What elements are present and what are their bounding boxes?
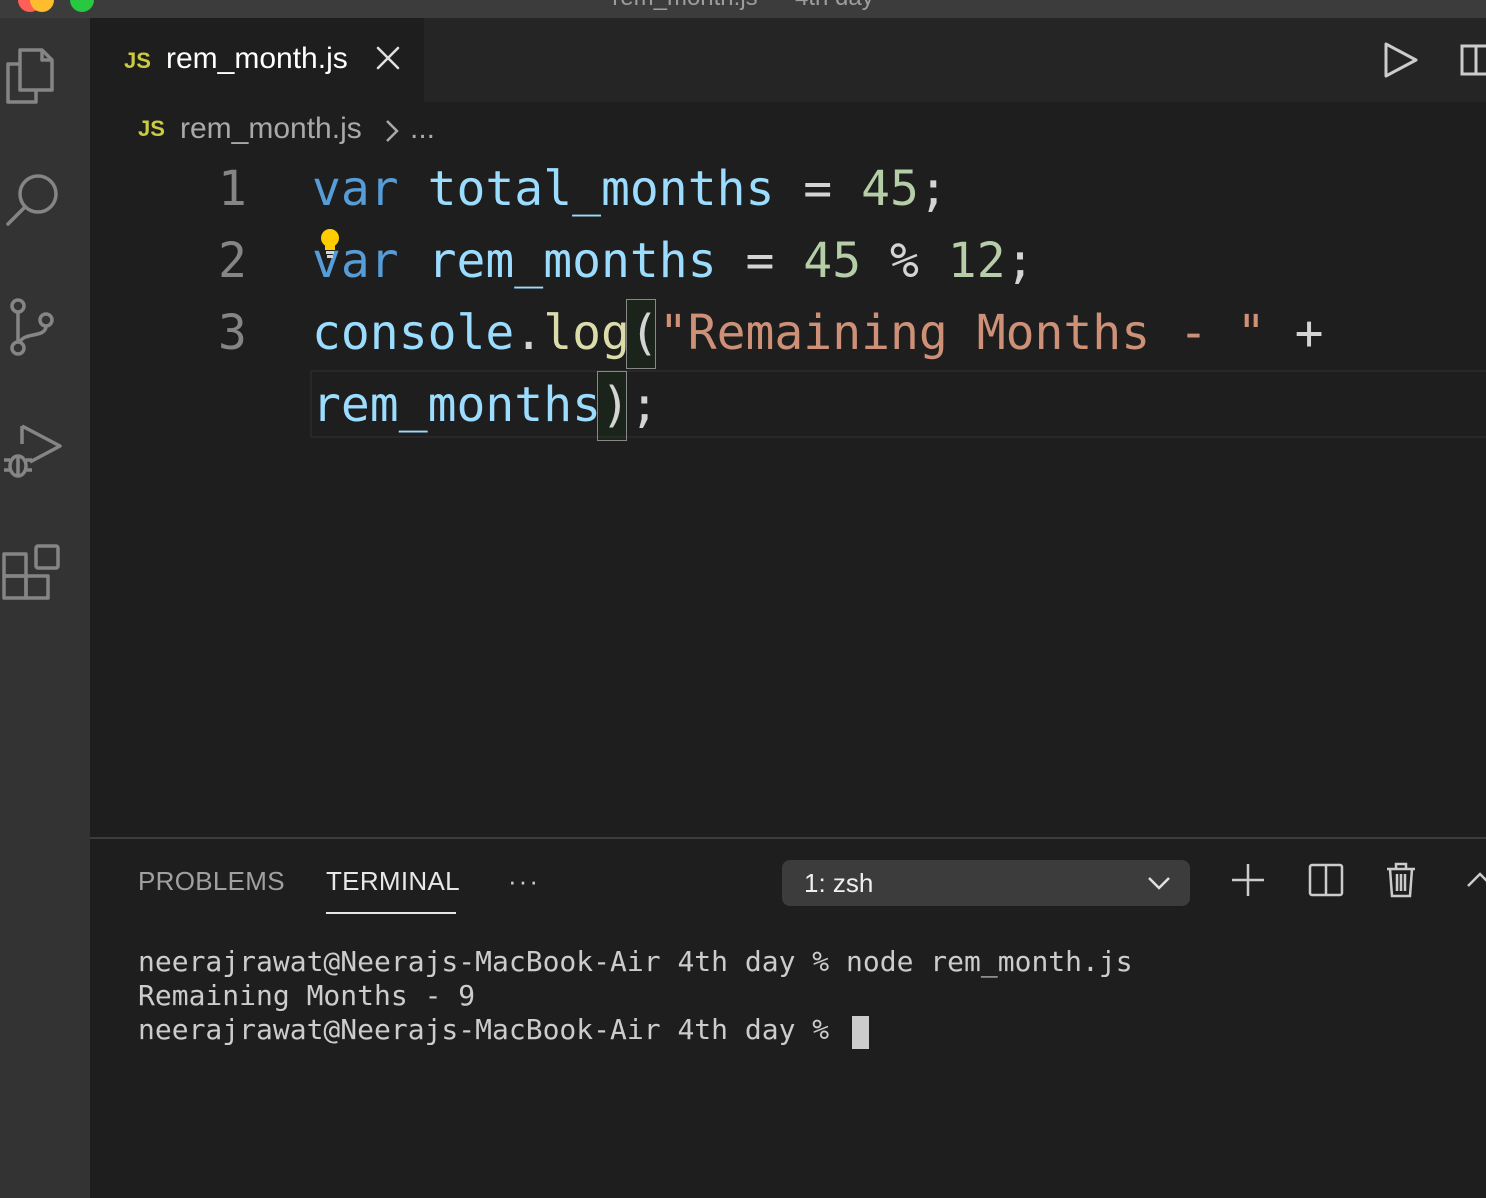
line-number: 1	[218, 161, 247, 217]
js-file-icon: JS	[124, 48, 151, 73]
close-icon[interactable]	[374, 44, 402, 72]
terminal-cursor	[852, 1016, 869, 1049]
panel-more-button[interactable]: ···	[508, 866, 540, 897]
code-token: +	[1265, 305, 1324, 361]
tab-terminal[interactable]: TERMINAL	[326, 866, 460, 897]
code-token: (	[629, 305, 659, 361]
editor-tab-bar: JS rem_month.js	[90, 18, 1486, 102]
code-token: 45	[803, 233, 862, 289]
activity-bar	[0, 18, 90, 1198]
search-icon[interactable]	[0, 166, 66, 232]
split-editor-icon[interactable]	[1460, 42, 1486, 78]
code-token: rem_months	[312, 377, 601, 433]
code-token: var	[312, 161, 399, 217]
extensions-icon[interactable]	[0, 542, 66, 608]
run-debug-icon[interactable]	[0, 418, 66, 484]
chevron-up-icon[interactable]	[1460, 860, 1486, 900]
code-token: total_months	[427, 161, 775, 217]
terminal-select[interactable]: 1: zsh	[782, 860, 1190, 906]
code-line[interactable]: var rem_months = 45 % 12;	[312, 225, 1035, 297]
run-icon[interactable]	[1382, 40, 1420, 80]
terminal-line: neerajrawat@Neerajs-MacBook-Air 4th day …	[138, 945, 1133, 978]
code-token: )	[600, 377, 630, 433]
line-number: 2	[218, 233, 247, 289]
code-token: rem_months	[427, 233, 717, 289]
active-tab-indicator	[326, 912, 456, 914]
window-title: rem_month.js — 4th day	[0, 0, 1486, 12]
lightbulb-icon[interactable]	[318, 228, 342, 260]
code-token: ;	[1005, 233, 1035, 289]
split-terminal-icon[interactable]	[1306, 860, 1346, 900]
code-token: 12	[947, 233, 1006, 289]
code-token: =	[716, 233, 804, 289]
code-token: console	[312, 305, 515, 361]
line-number: 3	[218, 305, 247, 361]
tab-label: rem_month.js	[166, 42, 348, 75]
chevron-right-icon	[386, 120, 399, 142]
code-token: =	[774, 161, 862, 217]
title-bar: rem_month.js — 4th day	[0, 0, 1486, 18]
tab-rem-month-js[interactable]: JS rem_month.js	[90, 18, 424, 102]
panel-divider[interactable]	[90, 837, 1486, 839]
code-line[interactable]: rem_months);	[312, 369, 659, 441]
breadcrumb-more[interactable]: ...	[410, 112, 435, 146]
breadcrumb-file[interactable]: rem_month.js	[180, 112, 362, 146]
code-line[interactable]: console.log("Remaining Months - " +	[312, 297, 1323, 369]
tab-problems[interactable]: PROBLEMS	[138, 866, 285, 897]
code-token: ;	[629, 377, 659, 433]
terminal-select-value: 1: zsh	[804, 868, 874, 898]
files-icon[interactable]	[0, 44, 66, 110]
terminal-line: neerajrawat@Neerajs-MacBook-Air 4th day …	[138, 1013, 847, 1046]
code-line[interactable]: var total_months = 45;	[312, 153, 948, 225]
code-token: ;	[918, 161, 948, 217]
code-token: "Remaining Months - "	[658, 305, 1266, 361]
code-token: %	[861, 233, 948, 289]
source-control-icon[interactable]	[0, 294, 66, 360]
trash-icon[interactable]	[1381, 860, 1421, 900]
code-token: 45	[861, 161, 919, 217]
js-file-icon: JS	[138, 116, 165, 141]
chevron-down-icon	[1148, 877, 1170, 890]
terminal-line: Remaining Months - 9	[138, 979, 476, 1012]
code-token: log	[543, 305, 630, 361]
code-token: .	[514, 305, 544, 361]
new-terminal-icon[interactable]	[1228, 860, 1268, 900]
